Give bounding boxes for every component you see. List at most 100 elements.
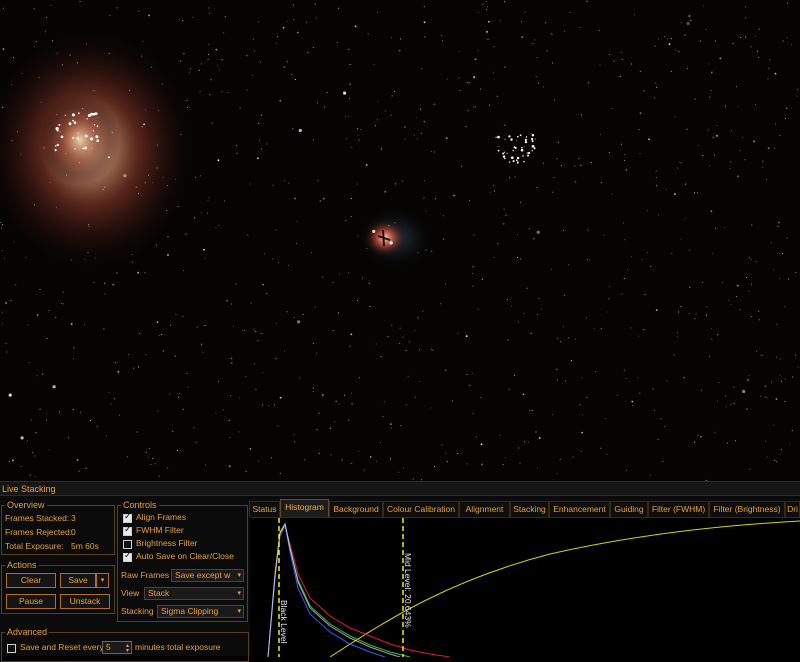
star [512,160,515,163]
minutes-stepper[interactable]: 5 ▴ ▾ [102,641,132,654]
star [519,462,521,464]
star [796,95,798,97]
panel-title: Live Stacking [0,482,800,496]
auto-save-checkbox[interactable] [123,551,132,562]
star [286,61,288,63]
star [779,374,781,376]
star [689,249,691,251]
star [519,258,521,260]
star [710,210,713,213]
star [180,133,182,135]
tab-alignment[interactable]: Alignment [459,501,510,517]
star [294,441,296,443]
star [374,125,376,127]
star [531,410,533,412]
unstack-button[interactable]: Unstack [60,594,110,609]
star [497,243,499,245]
star [279,396,282,399]
view-select[interactable]: Stack ▾ [144,587,244,600]
star [412,478,414,480]
star [332,281,334,283]
star [177,206,179,208]
star [293,19,295,21]
star [528,441,530,443]
star [335,400,337,402]
raw-frames-select[interactable]: Save except w ▾ [171,569,244,582]
tab-filter-fwhm[interactable]: Filter (FWHM) [648,501,709,517]
star [59,411,61,413]
star [431,250,433,252]
star [381,148,382,150]
save-reset-checkbox[interactable] [7,644,16,653]
star [253,50,255,52]
star [504,1,506,3]
stacking-select[interactable]: Sigma Clipping ▾ [157,605,244,618]
star [249,447,252,450]
view-value: Stack [148,588,170,598]
star [364,469,366,471]
star [693,441,695,443]
star [217,159,220,162]
save-button[interactable]: Save [60,573,96,588]
brightness-filter-checkbox[interactable] [123,540,132,549]
tab-enhancement[interactable]: Enhancement [549,501,610,517]
tab-status[interactable]: Status [249,501,280,517]
clear-button[interactable]: Clear [6,573,56,588]
star [527,154,529,157]
star [446,78,448,80]
star [394,222,396,224]
chevron-down-icon: ▾ [237,571,241,579]
star [72,136,75,139]
tab-guiding[interactable]: Guiding [610,501,648,517]
star [2,106,4,108]
tab-drizzle[interactable]: Dri [785,501,800,517]
star [405,404,407,406]
fwhm-filter-checkbox[interactable] [123,525,132,536]
star [497,149,500,152]
tab-histogram[interactable]: Histogram [280,499,329,517]
star [246,89,248,91]
star [312,47,314,48]
star [703,5,704,7]
star [58,413,60,415]
star [13,241,15,243]
star [734,440,736,442]
star [648,138,650,141]
star [499,435,501,437]
star [745,277,747,278]
star [357,235,359,237]
star [138,366,140,368]
star [469,82,471,84]
star [5,302,7,304]
star [276,42,278,44]
star [12,459,14,462]
tab-colour-calibration[interactable]: Colour Calibration [383,501,459,517]
tab-background[interactable]: Background [329,501,383,517]
star [123,174,127,178]
tab-stacking[interactable]: Stacking [510,501,549,517]
tab-filter-brightness[interactable]: Filter (Brightness) [709,501,785,517]
star [623,278,625,280]
star [465,335,468,337]
star [673,354,675,356]
star [480,443,483,446]
align-frames-checkbox[interactable] [123,512,132,523]
star [216,65,218,67]
star [307,52,309,53]
star [748,375,750,376]
pause-button[interactable]: Pause [6,594,56,609]
histogram-view[interactable]: Black Level Mid Level: 20.643% [250,517,800,658]
save-dropdown-button[interactable]: ▾ [96,573,109,588]
star [162,350,164,352]
star [358,377,360,379]
stacked-image-view[interactable] [0,0,800,481]
minutes-suffix-label: minutes total exposure [135,642,221,652]
star [351,197,352,199]
star [8,393,12,397]
star [611,108,613,109]
star [144,272,146,274]
star [585,0,587,2]
star [433,103,435,105]
star [420,132,422,134]
star [781,449,782,451]
